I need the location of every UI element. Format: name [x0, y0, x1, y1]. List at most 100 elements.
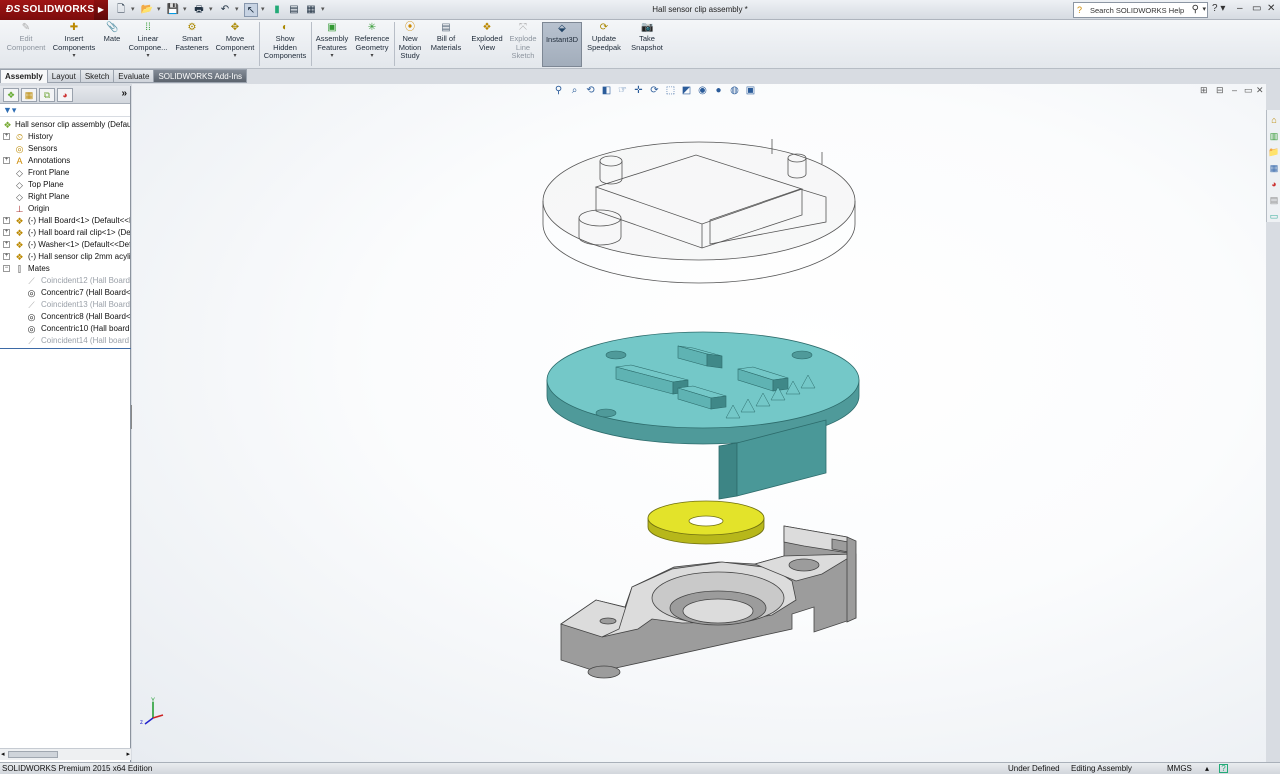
mate-item[interactable]: ⟋ Coincident13 (Hall Board<1>,Washer<1>) — [0, 299, 130, 311]
scroll-left-icon[interactable]: ◂ — [1, 750, 5, 758]
help-search-input[interactable]: ? Search SOLIDWORKS Help ⚲ ▾ — [1073, 2, 1208, 18]
expand-icon[interactable]: + — [3, 241, 10, 248]
options-icon[interactable]: ▦ — [304, 3, 318, 17]
insert-components-button[interactable]: ✚ Insert Components ▾ — [51, 22, 97, 61]
hall-sensor-clip[interactable] — [560, 525, 857, 679]
new-document-icon[interactable]: 🗋 — [114, 3, 128, 17]
mate-item[interactable]: ⟋ Coincident14 (Hall board rail clip<1>,H… — [0, 335, 130, 347]
custom-properties-icon[interactable]: ▤ — [1268, 194, 1280, 206]
acrylic-plate[interactable] — [542, 139, 856, 284]
move-component-button[interactable]: ✥ Move Component ▾ — [213, 22, 257, 61]
undo-dropdown-icon[interactable]: ▾ — [235, 3, 241, 17]
mate-item[interactable]: ◎ Concentric8 (Hall Board<1>,Hall sensor … — [0, 311, 130, 323]
print-dropdown-icon[interactable]: ▾ — [209, 3, 215, 17]
tab-layout[interactable]: Layout — [47, 69, 81, 83]
help-menu-icon[interactable]: ? ▾ — [1212, 3, 1225, 14]
mate-item[interactable]: ⟋ Coincident12 (Hall Board<1>,Hall board … — [0, 275, 130, 287]
edit-component-button[interactable]: ✎ Edit Component — [3, 22, 49, 52]
displaymanager-tab-icon[interactable]: ◕ — [57, 88, 73, 102]
tree-item[interactable]: ◇ Front Plane — [0, 167, 130, 179]
panel-expand-icon[interactable]: » — [121, 88, 127, 99]
tree-item[interactable]: ⊥ Origin — [0, 203, 130, 215]
tree-item[interactable]: − ⫿ Mates — [0, 263, 130, 275]
dropdown-arrow-icon[interactable]: ▾ — [213, 52, 257, 61]
magnifier-icon[interactable]: ⚲ — [1192, 4, 1199, 15]
dropdown-arrow-icon[interactable]: ▾ — [313, 52, 351, 61]
scroll-right-icon[interactable]: ▸ — [126, 750, 130, 758]
expand-icon[interactable]: + — [3, 133, 10, 140]
linear-pattern-button[interactable]: ⁞⁞ Linear Compone... ▾ — [126, 22, 170, 61]
new-dropdown-icon[interactable]: ▾ — [131, 3, 137, 17]
save-icon[interactable]: 💾 — [166, 3, 180, 17]
select-dropdown-icon[interactable]: ▾ — [261, 3, 267, 17]
propertymanager-tab-icon[interactable]: ▦ — [21, 88, 37, 102]
graphics-area[interactable]: ⚲ ⌕ ⟲ ◧ ☞ ✛ ⟳ ⬚ ◩ ◉ ● ◍ ▣ ⊞ ⊟ – ▭ ✕ — [132, 84, 1266, 762]
forum-icon[interactable]: ▭ — [1268, 210, 1280, 222]
close-window-icon[interactable]: ✕ — [1267, 3, 1275, 14]
filter-icon[interactable]: ▼▾ — [3, 105, 16, 116]
solidworks-resources-icon[interactable]: ⌂ — [1268, 114, 1280, 126]
featuremanager-tab-icon[interactable]: ❖ — [3, 88, 19, 102]
tree-item[interactable]: + ⏲ History — [0, 131, 130, 143]
tab-evaluate[interactable]: Evaluate — [114, 69, 155, 83]
logo-menu-arrow-icon[interactable]: ▶ — [94, 0, 108, 20]
view-palette-icon[interactable]: ▦ — [1268, 162, 1280, 174]
tree-item[interactable]: + ❖ (-) Washer<1> (Default<<Default>_Displ… — [0, 239, 130, 251]
expand-icon[interactable]: + — [3, 229, 10, 236]
tree-horizontal-scrollbar[interactable]: ◂ ▸ — [0, 748, 131, 760]
tab-assembly[interactable]: Assembly — [0, 69, 48, 83]
mate-item[interactable]: ◎ Concentric10 (Hall board rail clip<1>,W… — [0, 323, 130, 335]
print-icon[interactable]: 🖶 — [192, 3, 206, 17]
select-cursor-icon[interactable]: ↖ — [244, 3, 258, 17]
tree-item[interactable]: ◎ Sensors — [0, 143, 130, 155]
show-hidden-components-button[interactable]: ◐ Show Hidden Components — [262, 22, 308, 61]
update-speedpak-button[interactable]: ⟳ Update Speedpak — [584, 22, 624, 52]
mate-item[interactable]: ◎ Concentric7 (Hall Board<1>,Washer<1>) — [0, 287, 130, 299]
tree-item[interactable]: + ❖ (-) Hall board rail clip<1> (Default<<… — [0, 227, 130, 239]
instant3d-button[interactable]: ⬙ Instant3D — [542, 22, 582, 67]
tab-sketch[interactable]: Sketch — [80, 69, 115, 83]
exploded-view-button[interactable]: ❖ Exploded View — [468, 22, 506, 52]
rebuild-icon[interactable]: ▮ — [270, 3, 284, 17]
solidworks-logo[interactable]: ƉS SOLIDWORKS — [0, 0, 94, 20]
appearances-icon[interactable]: ◕ — [1268, 178, 1280, 190]
file-explorer-icon[interactable]: 📁 — [1268, 146, 1280, 158]
collapse-icon[interactable]: − — [3, 265, 10, 272]
tree-item[interactable]: ◇ Right Plane — [0, 191, 130, 203]
search-dropdown-icon[interactable]: ▾ — [1202, 5, 1206, 13]
assembly-features-button[interactable]: ▣ Assembly Features ▾ — [313, 22, 351, 61]
minimize-window-icon[interactable]: – — [1237, 3, 1243, 14]
options-dropdown-icon[interactable]: ▾ — [321, 3, 327, 17]
scrollbar-thumb[interactable] — [8, 751, 58, 758]
take-snapshot-button[interactable]: 📷 Take Snapshot — [627, 22, 667, 52]
expand-icon[interactable]: + — [3, 217, 10, 224]
new-motion-study-button[interactable]: ⦿ New Motion Study — [396, 22, 424, 61]
washer[interactable] — [647, 500, 765, 545]
mate-button[interactable]: 📎 Mate — [99, 22, 125, 44]
tree-item[interactable]: + ❖ (-) Hall sensor clip 2mm acylic<1> (De… — [0, 251, 130, 263]
units-dropdown-icon[interactable]: ▴ — [1205, 763, 1209, 774]
undo-icon[interactable]: ↶ — [218, 3, 232, 17]
tree-item[interactable]: + ❖ (-) Hall Board<1> (Default<<Default>_D… — [0, 215, 130, 227]
dropdown-arrow-icon[interactable]: ▾ — [126, 52, 170, 61]
smart-fasteners-button[interactable]: ⚙ Smart Fasteners — [172, 22, 212, 52]
reference-geometry-button[interactable]: ✳ Reference Geometry ▾ — [352, 22, 392, 61]
file-properties-icon[interactable]: ▤ — [287, 3, 301, 17]
tree-item[interactable]: + A Annotations — [0, 155, 130, 167]
expand-icon[interactable]: + — [3, 157, 10, 164]
open-dropdown-icon[interactable]: ▾ — [157, 3, 163, 17]
status-units[interactable]: MMGS — [1167, 763, 1192, 774]
tree-item[interactable]: ◇ Top Plane — [0, 179, 130, 191]
configurationmanager-tab-icon[interactable]: ⧉ — [39, 88, 55, 102]
explode-line-sketch-button[interactable]: ⤧ Explode Line Sketch — [506, 22, 540, 61]
tree-root[interactable]: ❖ Hall sensor clip assembly (Default<Dis… — [0, 119, 130, 131]
assembly-model[interactable] — [132, 84, 1266, 762]
expand-icon[interactable]: + — [3, 253, 10, 260]
dropdown-arrow-icon[interactable]: ▾ — [51, 52, 97, 61]
restore-window-icon[interactable]: ▭ — [1252, 3, 1261, 14]
help-status-icon[interactable]: ? — [1219, 764, 1228, 773]
bill-of-materials-button[interactable]: ▤ Bill of Materials — [428, 22, 464, 52]
design-library-icon[interactable]: ▥ — [1268, 130, 1280, 142]
tab-solidworks-addins[interactable]: SOLIDWORKS Add-Ins — [154, 69, 248, 83]
dropdown-arrow-icon[interactable]: ▾ — [352, 52, 392, 61]
